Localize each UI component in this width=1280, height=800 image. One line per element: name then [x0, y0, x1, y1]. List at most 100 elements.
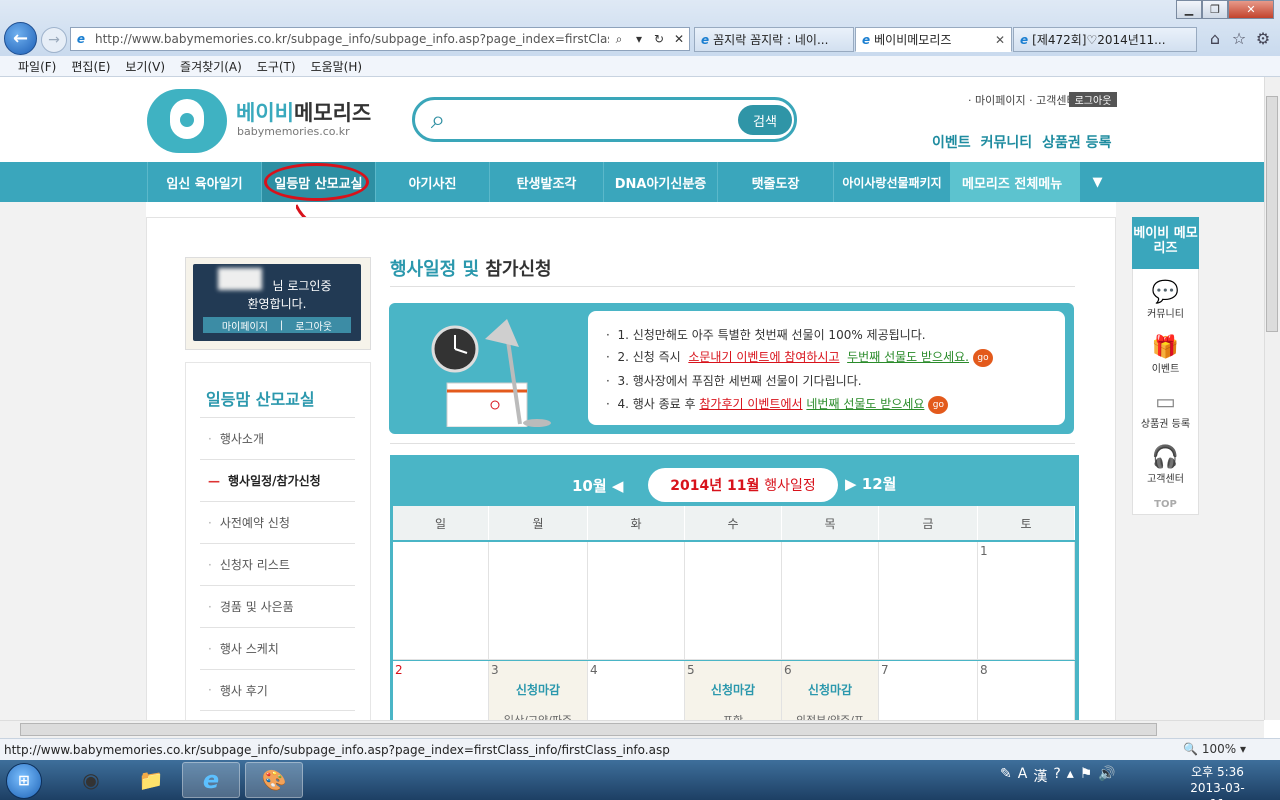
back-to-top-button[interactable]: TOP	[1132, 499, 1199, 510]
minimize-button[interactable]: ▁	[1176, 0, 1202, 19]
menu-tools[interactable]: 도구(T)	[257, 58, 296, 75]
prev-month-button[interactable]: 10월 ◀	[572, 475, 623, 496]
cal-date: 1	[980, 544, 988, 558]
chrome-icon[interactable]: ◉	[62, 762, 120, 798]
tab-label: [제472회]♡2014년11...	[1032, 33, 1166, 47]
side-item-prizes[interactable]: · 경품 및 사은품	[200, 585, 355, 627]
tools-gear-icon[interactable]: ⚙	[1253, 29, 1273, 49]
cal-cell	[879, 542, 978, 660]
cal-event-label[interactable]: 신청마감	[784, 681, 876, 698]
gnb-item-gift-package[interactable]: 아이사랑선물패키지	[833, 162, 950, 202]
header-logout-button[interactable]: 로그아웃	[1069, 92, 1117, 107]
restore-button[interactable]: ❐	[1202, 0, 1228, 19]
horizontal-scroll-thumb[interactable]	[20, 723, 1157, 736]
address-url[interactable]: http://www.babymemories.co.kr/subpage_in…	[91, 32, 609, 46]
internet-explorer-icon[interactable]: e	[182, 762, 240, 798]
logo-icon[interactable]	[147, 89, 227, 153]
gnb-item-umbilical-stamp[interactable]: 탯줄도장	[717, 162, 833, 202]
cal-event-label[interactable]: 신청마감	[491, 681, 585, 698]
banner-link-green[interactable]: 두번째 선물도 받으세요.	[847, 350, 969, 364]
side-item-review[interactable]: · 행사 후기	[200, 669, 355, 711]
quick-item-community[interactable]: 💬 커뮤니티	[1132, 280, 1199, 320]
zoom-control[interactable]: 🔍 100% ▾	[1183, 742, 1246, 756]
help-icon[interactable]: ?	[1053, 766, 1060, 786]
volume-icon[interactable]: 🔊	[1098, 766, 1115, 786]
logout-button[interactable]: 로그아웃	[295, 318, 332, 333]
cal-cell	[588, 542, 685, 660]
address-bar[interactable]: e http://www.babymemories.co.kr/subpage_…	[70, 27, 690, 51]
prev-month-label: 10월	[572, 477, 607, 495]
logo-text[interactable]: 베이비메모리즈	[236, 97, 371, 127]
cal-cell-event[interactable]: 6 신청마감의정부/양주/포	[782, 661, 879, 720]
home-icon[interactable]: ⌂	[1205, 29, 1225, 49]
top-links[interactable]: · 마이페이지 · 고객센터	[968, 92, 1077, 108]
page-title: 행사일정 및 참가신청	[390, 255, 552, 281]
headset-icon: 🎧	[1151, 445, 1180, 470]
go-button[interactable]: go	[928, 395, 949, 414]
menu-edit[interactable]: 편집(E)	[71, 58, 110, 75]
status-url: http://www.babymemories.co.kr/subpage_in…	[4, 742, 670, 757]
gnb-item-dna-id[interactable]: DNA아기신분증	[603, 162, 717, 202]
taskbar-clock[interactable]: 오후 5:36 2013-03-11	[1185, 764, 1250, 800]
search-button[interactable]: 검색	[738, 105, 792, 135]
cal-event-label[interactable]: 신청마감	[687, 681, 779, 698]
dow-sun: 일	[393, 506, 489, 540]
go-button[interactable]: go	[973, 348, 993, 367]
ime-icon[interactable]: A	[1018, 766, 1028, 786]
flag-icon[interactable]: ⚑	[1080, 766, 1093, 786]
menu-favorites[interactable]: 즐겨찾기(A)	[180, 58, 242, 75]
tab-3[interactable]: e [제472회]♡2014년11...	[1013, 27, 1197, 52]
close-window-button[interactable]: ✕	[1228, 0, 1274, 19]
gnb-item-pregnancy-diary[interactable]: 임신 육아일기	[147, 162, 261, 202]
side-item-intro[interactable]: · 행사소개	[200, 417, 355, 459]
favorites-star-icon[interactable]: ☆	[1229, 29, 1249, 49]
side-item-schedule[interactable]: — 행사일정/참가신청	[200, 459, 355, 501]
link-community[interactable]: 커뮤니티	[981, 132, 1033, 152]
cal-date: 3	[491, 663, 499, 677]
cal-cell	[393, 542, 489, 660]
side-item-sketch[interactable]: · 행사 스케치	[200, 627, 355, 669]
side-item-reserve[interactable]: · 사전예약 신청	[200, 501, 355, 543]
menu-file[interactable]: 파일(F)	[18, 58, 56, 75]
quick-item-giftcard[interactable]: ▭ 상품권 등록	[1132, 390, 1199, 430]
next-month-button[interactable]: ▶ 12월	[845, 473, 896, 494]
tab-label: 꼼지락 꼼지락 : 네이...	[713, 33, 829, 47]
forward-button[interactable]: →	[41, 27, 67, 53]
back-button[interactable]: ←	[4, 22, 37, 55]
banner-link-green[interactable]: 네번째 선물도 받으세요	[806, 397, 924, 411]
separator: |	[279, 319, 284, 331]
menu-help[interactable]: 도움말(H)	[311, 58, 363, 75]
stop-icon[interactable]: ✕	[669, 32, 689, 46]
menu-bar: 파일(F) 편집(E) 보기(V) 즐겨찾기(A) 도구(T) 도움말(H)	[0, 56, 1280, 77]
zoom-icon: 🔍	[1183, 742, 1199, 756]
gnb-all-menu[interactable]: 메모리즈 전체메뉴 ▼	[950, 162, 1115, 202]
dropdown-icon[interactable]: ▾	[629, 32, 649, 46]
mypage-button[interactable]: 마이페이지	[222, 318, 268, 333]
banner-link-red[interactable]: 소문내기 이벤트에 참여하시고	[688, 350, 839, 364]
banner-link-red[interactable]: 참가후기 이벤트에서	[699, 397, 802, 411]
cal-cell-event[interactable]: 5 신청마감포항	[685, 661, 782, 720]
menu-view[interactable]: 보기(V)	[125, 58, 165, 75]
vertical-scroll-thumb[interactable]	[1266, 96, 1278, 332]
search-icon[interactable]: ⌕	[609, 32, 629, 47]
refresh-icon[interactable]: ↻	[649, 32, 669, 46]
quick-menu-title[interactable]: 베이비 메모리즈	[1132, 217, 1199, 269]
side-item-applicants[interactable]: · 신청자 리스트	[200, 543, 355, 585]
hanja-icon[interactable]: 漢	[1033, 766, 1047, 786]
paint-icon[interactable]: 🎨	[245, 762, 303, 798]
link-giftcard[interactable]: 상품권 등록	[1042, 132, 1111, 152]
gnb-item-footprint[interactable]: 탄생발조각	[489, 162, 603, 202]
tray-arrow-icon[interactable]: ▴	[1067, 766, 1074, 786]
tab-2-active[interactable]: e 베이비메모리즈 ✕	[855, 27, 1012, 52]
close-tab-icon[interactable]: ✕	[995, 33, 1005, 47]
chevron-down-icon[interactable]: ▼	[1080, 162, 1115, 202]
gnb-item-baby-photo[interactable]: 아기사진	[375, 162, 489, 202]
link-event[interactable]: 이벤트	[932, 132, 971, 152]
quick-item-support[interactable]: 🎧 고객센터	[1132, 445, 1199, 485]
start-button[interactable]: ⊞	[6, 763, 42, 799]
quick-item-event[interactable]: 🎁 이벤트	[1132, 335, 1199, 375]
cal-cell-event[interactable]: 3 신청마감일산/고양/파주	[489, 661, 588, 720]
network-icon[interactable]: ✎	[1000, 766, 1012, 786]
tab-1[interactable]: e 꼼지락 꼼지락 : 네이...	[694, 27, 854, 52]
explorer-folder-icon[interactable]: 📁	[122, 762, 180, 798]
